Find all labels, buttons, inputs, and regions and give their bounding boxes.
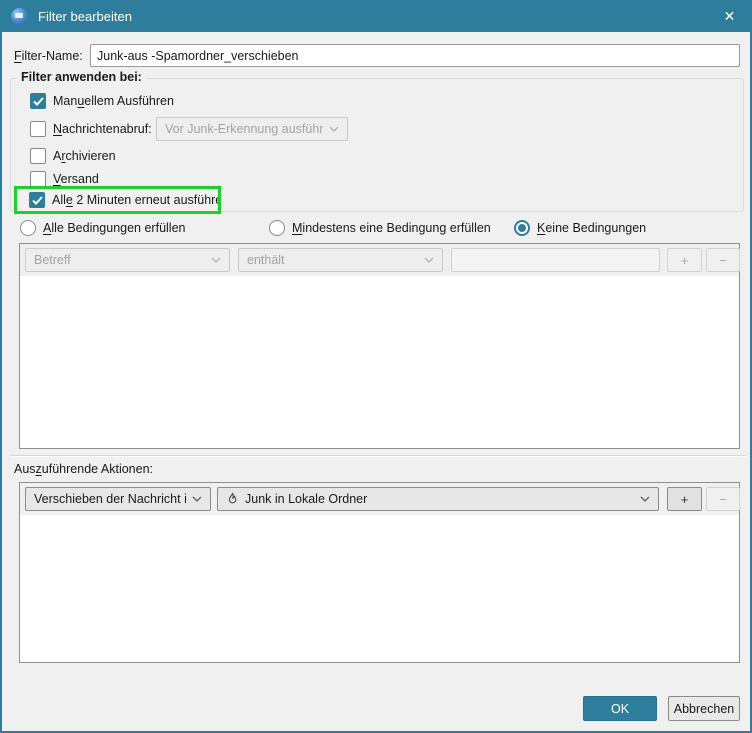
checkbox-unchecked-icon (30, 171, 46, 187)
checkbox-checked-icon (29, 192, 45, 208)
titlebar: Filter bearbeiten ✕ (2, 2, 750, 32)
radio-any-condition-label: Mindestens eine Bedingung erfüllen (292, 221, 491, 235)
checkbox-archiving-label: Archivieren (53, 149, 116, 163)
condition-add-button: + (667, 248, 702, 272)
action-type-select[interactable]: Verschieben der Nachricht in: (25, 487, 211, 511)
retrieval-timing-select: Vor Junk-Erkennung ausführen (156, 117, 348, 141)
radio-no-conditions[interactable]: Keine Bedingungen (514, 220, 646, 236)
chevron-down-icon (640, 496, 650, 502)
chevron-down-icon (329, 126, 339, 132)
radio-unselected-icon (269, 220, 285, 236)
radio-all-conditions-label: Alle Bedingungen erfüllen (43, 221, 186, 235)
close-icon[interactable]: ✕ (707, 2, 750, 32)
action-add-button[interactable]: + (667, 487, 702, 511)
checkbox-checked-icon (30, 93, 46, 109)
checkbox-periodic-run-label: Alle 2 Minuten erneut ausführen (52, 193, 221, 207)
checkbox-sending[interactable]: Versand (30, 171, 99, 187)
chevron-down-icon (211, 257, 221, 263)
radio-any-condition[interactable]: Mindestens eine Bedingung erfüllen (269, 220, 491, 236)
thunderbird-app-icon (11, 7, 28, 25)
radio-no-conditions-label: Keine Bedingungen (537, 221, 647, 235)
action-remove-button: − (706, 487, 740, 511)
radio-selected-icon (514, 220, 530, 236)
apply-when-legend: Filter anwenden bei: (17, 70, 146, 84)
checkbox-on-retrieval[interactable]: Nachrichtenabruf: (30, 121, 152, 137)
checkbox-unchecked-icon (30, 121, 46, 137)
window-title: Filter bearbeiten (38, 8, 132, 24)
condition-remove-button: − (706, 248, 740, 272)
actions-panel: Verschieben der Nachricht in: Junk in Lo… (19, 482, 740, 663)
cancel-button[interactable]: Abbrechen (668, 696, 740, 721)
filter-edit-dialog: Filter bearbeiten ✕ Filter-Name: Filter … (0, 0, 752, 733)
condition-operator-select: enthält (238, 248, 443, 272)
junk-flame-icon (226, 492, 239, 506)
ok-button[interactable]: OK (583, 696, 657, 721)
condition-value-input (451, 248, 660, 272)
section-divider (10, 455, 746, 457)
chevron-down-icon (192, 496, 202, 502)
condition-attribute-select: Betreff (25, 248, 230, 272)
highlight-rectangle: Alle 2 Minuten erneut ausführen (14, 186, 221, 214)
checkbox-manual-run[interactable]: Manuellem Ausführen (30, 93, 174, 109)
checkbox-periodic-run[interactable]: Alle 2 Minuten erneut ausführen (29, 192, 221, 208)
radio-all-conditions[interactable]: Alle Bedingungen erfüllen (20, 220, 185, 236)
filter-name-input[interactable] (90, 44, 740, 67)
checkbox-manual-run-label: Manuellem Ausführen (53, 94, 174, 108)
filter-name-label: Filter-Name: (14, 49, 83, 63)
conditions-panel: Betreff enthält + − (19, 243, 740, 449)
radio-unselected-icon (20, 220, 36, 236)
checkbox-on-retrieval-label: Nachrichtenabruf: (53, 122, 152, 136)
checkbox-sending-label: Versand (53, 172, 99, 186)
action-target-folder-select[interactable]: Junk in Lokale Ordner (217, 487, 659, 511)
checkbox-unchecked-icon (30, 148, 46, 164)
checkbox-archiving[interactable]: Archivieren (30, 148, 116, 164)
chevron-down-icon (424, 257, 434, 263)
actions-label: Auszuführende Aktionen: (14, 462, 153, 476)
